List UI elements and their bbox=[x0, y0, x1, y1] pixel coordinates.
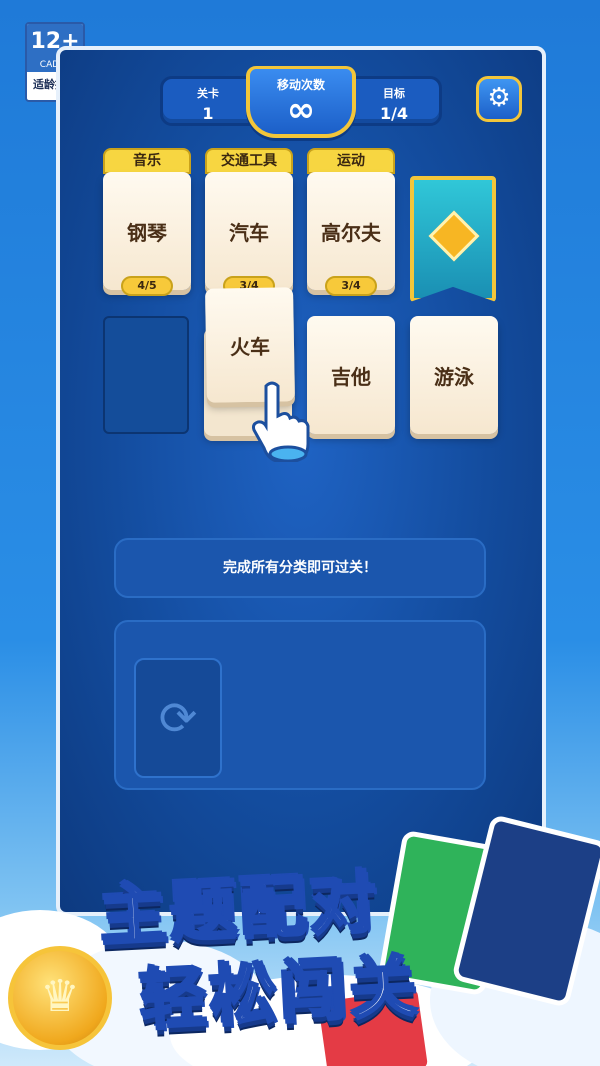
category-tab-transport: 交通工具 bbox=[205, 148, 293, 174]
board-card-swimming[interactable]: 游泳 bbox=[410, 316, 498, 434]
draw-deck-button[interactable]: ⟳ bbox=[134, 658, 222, 778]
category-card-sport[interactable]: 高尔夫 3/4 bbox=[307, 172, 395, 296]
category-card-music[interactable]: 钢琴 4/5 bbox=[103, 172, 191, 296]
goal-value: 1/4 bbox=[379, 104, 409, 123]
moves-counter: 移动次数 ∞ bbox=[246, 66, 356, 138]
gold-coin: ♛ bbox=[8, 946, 112, 1050]
pointer-hand-icon bbox=[252, 381, 310, 462]
refresh-icon: ⟳ bbox=[158, 691, 198, 745]
category-card-label: 汽车 bbox=[229, 220, 269, 245]
category-tab-music: 音乐 bbox=[103, 148, 191, 174]
crown-icon: ♛ bbox=[40, 971, 80, 1022]
category-progress-badge: 4/5 bbox=[121, 276, 173, 296]
category-card-label: 钢琴 bbox=[127, 220, 167, 245]
settings-button[interactable]: ⚙ bbox=[476, 76, 522, 122]
level-label: 关卡 bbox=[197, 87, 219, 100]
level-value: 1 bbox=[202, 104, 214, 123]
level-indicator: 关卡 1 bbox=[173, 85, 243, 123]
locked-category-banner[interactable] bbox=[410, 176, 496, 302]
dragged-card-label: 火车 bbox=[229, 334, 271, 359]
board-card-label: 游泳 bbox=[434, 364, 474, 389]
moves-value: ∞ bbox=[286, 90, 316, 130]
goal-label: 目标 bbox=[383, 87, 405, 100]
empty-card-slot[interactable] bbox=[103, 316, 189, 434]
category-progress-badge: 3/4 bbox=[325, 276, 377, 296]
board-card-guitar[interactable]: 吉他 bbox=[307, 316, 395, 434]
gear-icon: ⚙ bbox=[487, 83, 511, 113]
category-card-label: 高尔夫 bbox=[321, 220, 381, 245]
category-card-transport[interactable]: 汽车 3/4 bbox=[205, 172, 293, 296]
category-tab-sport: 运动 bbox=[307, 148, 395, 174]
diamond-icon bbox=[428, 210, 480, 262]
board-card-label: 吉他 bbox=[331, 364, 371, 389]
hint-text: 完成所有分类即可过关！ bbox=[114, 538, 486, 598]
goal-indicator: 目标 1/4 bbox=[359, 85, 429, 123]
